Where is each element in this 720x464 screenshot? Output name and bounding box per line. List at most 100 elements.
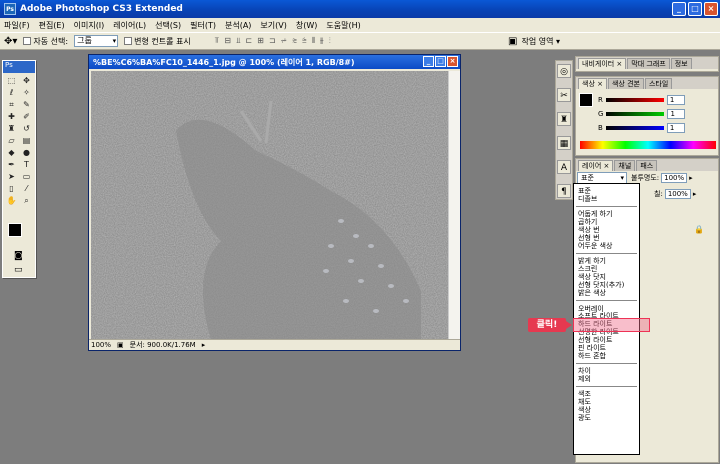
blend-option[interactable]: 표준 [574,187,639,195]
blend-option[interactable]: 밝은 색상 [574,289,639,297]
lasso-tool-icon[interactable]: ℓ [5,88,18,98]
move-tool-icon[interactable]: ✥ [20,76,33,86]
minimize-button[interactable]: _ [672,2,686,16]
blend-option[interactable]: 색상 [574,406,639,414]
menu-select[interactable]: 선택(S) [155,20,181,31]
close-button[interactable]: × [704,2,718,16]
blend-option[interactable]: 핀 라이트 [574,344,639,352]
distribute-top-icon[interactable]: ⩫ [281,36,289,46]
menu-file[interactable]: 파일(F) [4,20,30,31]
distribute-hcenter-icon[interactable]: ⫵ [320,36,325,46]
menu-filter[interactable]: 필터(T) [190,20,216,31]
blend-option-overlay[interactable]: 오버레이 [574,304,639,313]
align-vcenter-icon[interactable]: ⊟ [224,36,232,46]
distribute-right-icon[interactable]: ⫶ [329,36,332,46]
blend-option[interactable]: 어둡게 하기 [574,210,639,218]
marquee-tool-icon[interactable]: ⬚ [5,76,18,86]
notes-tool-icon[interactable]: ▯ [5,184,18,194]
lock-icon[interactable]: 🔒 [694,225,704,234]
blend-option[interactable]: 어두운 색상 [574,242,639,250]
pen-tool-icon[interactable]: ✒ [5,160,18,170]
color-spectrum-bar[interactable] [580,141,716,149]
path-select-icon[interactable]: ➤ [5,172,18,182]
blend-option[interactable]: 광도 [574,414,639,422]
blur-tool-icon[interactable]: ◆ [5,148,18,158]
blend-option[interactable]: 선형 라이트 [574,336,639,344]
menu-layer[interactable]: 레이어(L) [113,20,146,31]
tab-swatches[interactable]: 색상 견본 [607,78,644,89]
menu-view[interactable]: 보기(V) [260,20,286,31]
workspace-icon[interactable]: ▣ [508,36,517,47]
distribute-center-icon[interactable]: ⩬ [292,36,298,46]
blend-option[interactable]: 곱하기 [574,218,639,226]
tab-info[interactable]: 정보 [670,58,692,69]
shape-tool-icon[interactable]: ▭ [20,172,33,182]
align-hcenter-icon[interactable]: ⊞ [257,36,265,46]
type-tool-icon[interactable]: T [20,160,33,170]
gradient-tool-icon[interactable]: ▤ [20,136,33,146]
paragraph-dock-icon[interactable]: ¶ [557,184,571,198]
menu-edit[interactable]: 편집(E) [39,20,65,31]
b-slider[interactable] [605,126,664,130]
doc-maximize-button[interactable]: □ [435,56,446,67]
status-arrow-icon[interactable]: ▸ [202,341,206,349]
vertical-scrollbar[interactable] [448,71,460,340]
fill-arrow-icon[interactable]: ▸ [693,190,697,198]
brushes-dock-icon[interactable]: ✂ [557,88,571,102]
blend-option[interactable]: 제외 [574,375,639,383]
r-slider[interactable] [605,98,664,102]
blend-option[interactable]: 선형 번 [574,234,639,242]
foreground-color-swatch[interactable] [8,223,22,237]
menu-image[interactable]: 이미지(I) [74,20,105,31]
tab-channels[interactable]: 채널 [614,160,636,171]
image-canvas[interactable] [91,71,448,340]
fill-field[interactable]: 100% [664,189,691,199]
show-transform-checkbox[interactable]: 변형 컨트롤 표시 [124,36,191,47]
hand-tool-icon[interactable]: ✋ [5,196,18,206]
blend-option[interactable]: 하드 혼합 [574,352,639,360]
maximize-button[interactable]: □ [688,2,702,16]
doc-minimize-button[interactable]: _ [423,56,434,67]
tab-styles[interactable]: 스타일 [644,78,673,89]
blend-option[interactable]: 색조 [574,390,639,398]
blend-option[interactable]: 색상 닷지 [574,273,639,281]
clone-stamp-icon[interactable]: ♜ [5,124,18,134]
character-dock-icon[interactable]: A [557,160,571,174]
blend-option[interactable]: 선형 닷지(추가) [574,281,639,289]
blend-option[interactable]: 채도 [574,398,639,406]
workspace-menu[interactable]: 작업 영역 ▾ [521,36,560,47]
distribute-left-icon[interactable]: ⫴ [312,36,316,46]
crop-tool-icon[interactable]: ⌗ [5,100,18,110]
blend-option[interactable]: 밝게 하기 [574,257,639,265]
align-bottom-icon[interactable]: ⫫ [236,36,242,46]
opacity-arrow-icon[interactable]: ▸ [689,174,693,182]
history-brush-icon[interactable]: ↺ [20,124,33,134]
magic-wand-icon[interactable]: ✧ [20,88,33,98]
auto-select-dropdown[interactable]: 그룹 [74,35,119,47]
tab-navigator[interactable]: 내비게이터 × [578,58,627,69]
align-left-icon[interactable]: ⊏ [245,36,253,46]
menu-window[interactable]: 창(W) [296,20,318,31]
eyedropper-icon[interactable]: ⁄ [20,184,33,194]
g-slider[interactable] [606,112,665,116]
brush-tool-icon[interactable]: ✐ [20,112,33,122]
slice-tool-icon[interactable]: ✎ [20,100,33,110]
align-right-icon[interactable]: ⊐ [269,36,277,46]
tab-color[interactable]: 색상 × [578,78,607,89]
color-fg-swatch[interactable] [579,93,593,107]
blend-option[interactable]: 디졸브 [574,195,639,203]
menu-analysis[interactable]: 분석(A) [225,20,251,31]
tab-layers[interactable]: 레이어 × [578,160,614,171]
tool-presets-dock-icon[interactable]: ▦ [557,136,571,150]
zoom-tool-icon[interactable]: ⌕ [20,196,33,206]
r-value-field[interactable]: 1 [666,95,685,105]
align-icons[interactable]: ⫪ ⊟ ⫫ ⊏ ⊞ ⊐ ⩫ ⩬ ⩭ ⫴ ⫵ ⫶ [215,36,332,46]
dodge-tool-icon[interactable]: ● [20,148,33,158]
distribute-bottom-icon[interactable]: ⩭ [302,36,308,46]
doc-close-button[interactable]: × [447,56,458,67]
opacity-field[interactable]: 100% [661,173,688,183]
clone-source-dock-icon[interactable]: ♜ [557,112,571,126]
blend-option[interactable]: 차이 [574,367,639,375]
healing-brush-icon[interactable]: ✚ [5,112,18,122]
eraser-tool-icon[interactable]: ▱ [5,136,18,146]
